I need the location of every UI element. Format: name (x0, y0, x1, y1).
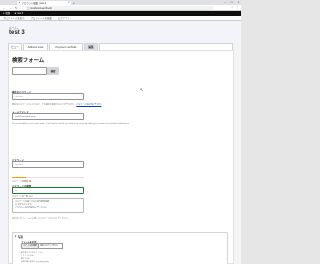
password-confirm-field[interactable]: ••• (12, 187, 84, 194)
close-tab-icon[interactable]: × (68, 1, 69, 4)
forgot-password-link[interactable]: パスワードをお忘れですか? (76, 104, 101, 106)
menu-icon: ≡ (3, 11, 5, 15)
close-window-icon[interactable]: × (237, 1, 239, 4)
picture-summary-label: 写真 (17, 236, 23, 239)
view-profile-link[interactable]: プロフィールを表示 (3, 16, 24, 20)
choose-file-button[interactable]: ファイルを選択 (21, 242, 39, 249)
maximize-icon[interactable]: □ (231, 1, 233, 4)
toolbar-user-label: test 3 (17, 11, 24, 15)
back-icon[interactable]: ← (3, 6, 6, 10)
toolbar-user[interactable]: ★ test 3 (14, 12, 23, 15)
password-suggestions: パスワードを強くするための推奨事項: 12 文字以上にする アカウント名を含めな… (12, 198, 84, 213)
password-strength-value: 弱 (29, 180, 32, 183)
file-desc-line: 使用可能な拡張子: png gif jpg jpeg (21, 261, 49, 263)
password-field[interactable]: •••••••••• (12, 161, 84, 168)
user-tray: プロフィールを表示 プロフィールを編集 ログアウト (0, 15, 241, 21)
email-desc: The email address is not made public. It… (12, 122, 130, 125)
forward-icon[interactable]: → (9, 6, 12, 10)
logout-link[interactable]: ログアウト (58, 16, 70, 20)
new-tab-button[interactable]: + (73, 1, 75, 5)
mouse-cursor-icon: ↖ (140, 87, 144, 92)
browser-actions: ☆ ⋮ (231, 6, 239, 9)
current-password-desc-text: 現在のパスワードを入力すると、下の項目を変更することができます。 (12, 103, 76, 106)
reload-icon[interactable]: ↻ (15, 6, 18, 10)
info-icon: ⓘ (27, 7, 30, 10)
password-strength-label: パスワードの強度: (12, 180, 29, 183)
current-password-field[interactable]: •••••••••• (12, 93, 84, 100)
browser-menu-icon[interactable]: ⋮ (236, 6, 239, 9)
url-field[interactable]: ⓘ localhost/user/3/edit (25, 6, 213, 10)
edit-form: 検索フォーム 検索 ↖ 現在のパスワード •••••••••• 現在のパスワード… (8, 50, 234, 264)
email-field[interactable]: test3@example.co.jp (12, 113, 84, 120)
password-strength-meter (12, 177, 84, 179)
current-password-desc: 現在のパスワードを入力すると、下の項目を変更することができます。 パスワードをお… (12, 103, 101, 106)
picture-details: ▾ 写真 ファイルを追加 ファイルを選択 選択されていません 顔写真やカスタムア… (12, 232, 228, 264)
page-title: test 3 (9, 29, 25, 36)
chevron-down-icon: ▾ (15, 235, 17, 238)
password-strength-fill (12, 177, 26, 179)
url-text: localhost/user/3/edit (30, 6, 52, 10)
edit-profile-link[interactable]: プロフィールを編集 (30, 16, 51, 20)
password-desc: 両方の入力フィールドに新しいパスワードを入力してください。 (12, 218, 70, 220)
search-button[interactable]: 検索 (47, 67, 59, 75)
password-strength-text: パスワードの強度: 弱 (12, 180, 31, 183)
search-input[interactable] (12, 67, 47, 75)
bookmark-star-icon[interactable]: ☆ (231, 6, 233, 9)
user-icon: ★ (14, 11, 17, 15)
drupal-favicon-icon: ● (19, 1, 21, 5)
picture-summary[interactable]: ▾ 写真 (15, 235, 23, 239)
no-file-text: 選択されていません (39, 242, 63, 249)
search-form-heading: 検索フォーム (12, 58, 45, 64)
minimize-icon[interactable]: – (224, 1, 225, 4)
window-controls: – □ × (224, 1, 239, 4)
password-tip: アカウント名を含めないでください (15, 206, 47, 209)
page-content: ホーム › test 3 ビュー Address book Payment me… (0, 21, 241, 264)
